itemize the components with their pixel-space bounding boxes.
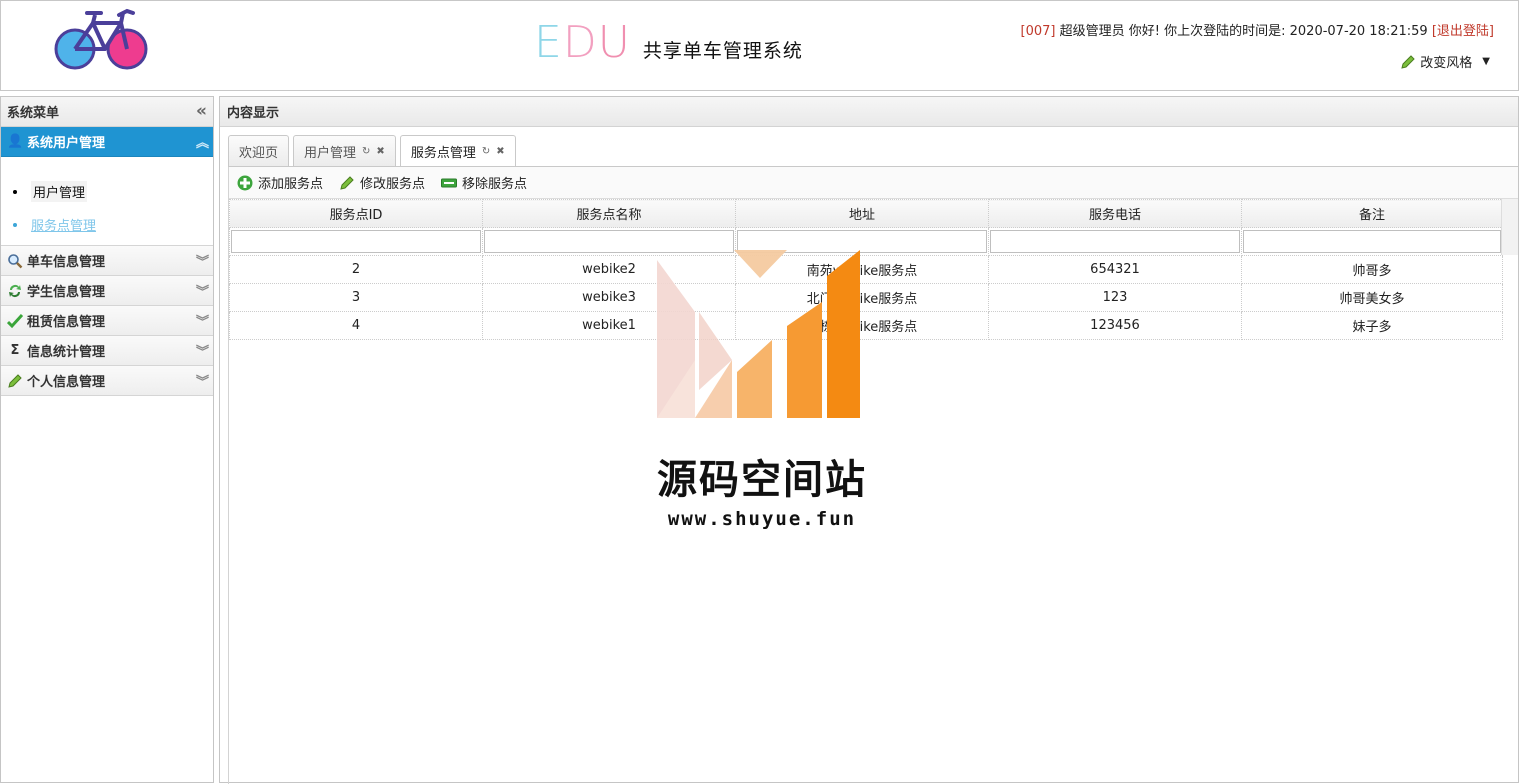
remove-service-point-button[interactable]: 移除服务点 [441, 173, 527, 192]
column-header-phone[interactable]: 服务电话 [988, 199, 1242, 228]
logout-link[interactable]: [退出登陆] [1432, 24, 1494, 39]
change-style-label: 改变风格 [1420, 56, 1473, 71]
tab-service-point-management[interactable]: 服务点管理 ↻ ✖ [399, 135, 516, 167]
chevron-down-icon[interactable]: ︾ [196, 341, 209, 360]
sidebar-title: 系统菜单 [7, 106, 60, 121]
sidebar-group-rental-info[interactable]: 租赁信息管理 ︾ [1, 306, 213, 336]
sidebar-group-statistics[interactable]: Σ 信息统计管理 ︾ [1, 336, 213, 366]
refresh-tab-icon[interactable]: ↻ [362, 146, 370, 157]
caret-down-icon: ▼ [1482, 56, 1490, 67]
tab-bar: 欢迎页 用户管理 ↻ ✖ 服务点管理 ↻ ✖ [228, 135, 516, 167]
grid-toolbar: 添加服务点 修改服务点 移除服务点 [229, 167, 1518, 199]
sidebar-header: 系统菜单 « [1, 97, 213, 127]
filter-name-input[interactable] [484, 230, 734, 253]
change-style-menu[interactable]: 改变风格 ▼ [1400, 52, 1490, 71]
app-header: EDU 共享单车管理系统 [007] 超级管理员 你好! 你上次登陆的时间是: … [0, 0, 1519, 91]
sigma-icon: Σ [10, 342, 20, 358]
edu-logo-text: EDU [534, 17, 631, 68]
refresh-icon [9, 284, 21, 297]
sidebar-item-user-management[interactable]: 用户管理 [13, 175, 213, 208]
system-title-block: EDU 共享单车管理系统 [534, 17, 803, 67]
table-row[interactable]: 3 webike3 北门webike服务点 123 帅哥美女多 [229, 283, 1503, 312]
content-title: 内容显示 [227, 106, 280, 121]
table-row[interactable]: 4 webike1 一栋webike服务点 123456 妹子多 [229, 311, 1503, 340]
pencil-icon [8, 373, 22, 388]
sidebar-item-service-point-management[interactable]: 服务点管理 [13, 208, 213, 241]
service-point-table: 服务点ID 服务点名称 地址 服务电话 备注 2 webike2 南苑webik… [229, 199, 1503, 340]
filter-phone-input[interactable] [990, 230, 1240, 253]
filter-remark-input[interactable] [1243, 230, 1501, 253]
header-scroll-gutter [1501, 199, 1518, 255]
chevron-down-icon[interactable]: ︾ [196, 311, 209, 330]
collapse-left-icon[interactable]: « [196, 103, 207, 120]
sidebar-group-personal-info[interactable]: 个人信息管理 ︾ [1, 366, 213, 396]
pencil-icon [340, 175, 354, 190]
sidebar-group-student-info[interactable]: 学生信息管理 ︾ [1, 276, 213, 306]
user-greeting: 超级管理员 你好! 你上次登陆的时间是: [1059, 24, 1286, 39]
search-icon [8, 253, 23, 268]
sidebar-group-system-users[interactable]: 👤 系统用户管理 ︽ [1, 127, 213, 157]
table-header-row: 服务点ID 服务点名称 地址 服务电话 备注 [229, 199, 1503, 228]
sidebar: 系统菜单 « 👤 系统用户管理 ︽ 用户管理 服务点管理 单车信息管理 ︾ 学生… [0, 96, 214, 783]
user-icon: 👤 [7, 133, 24, 149]
refresh-tab-icon[interactable]: ↻ [482, 146, 490, 157]
sidebar-group-bike-info[interactable]: 单车信息管理 ︾ [1, 246, 213, 276]
close-icon[interactable]: ✖ [376, 146, 384, 157]
check-icon [7, 313, 23, 328]
edit-service-point-button[interactable]: 修改服务点 [339, 173, 425, 192]
tab-welcome[interactable]: 欢迎页 [228, 135, 290, 166]
column-header-id[interactable]: 服务点ID [229, 199, 483, 228]
filter-id-input[interactable] [231, 230, 481, 253]
table-row[interactable]: 2 webike2 南苑webike服务点 654321 帅哥多 [229, 255, 1503, 284]
tab-user-management[interactable]: 用户管理 ↻ ✖ [293, 135, 396, 166]
add-icon [237, 175, 253, 190]
chevron-down-icon[interactable]: ︾ [196, 251, 209, 270]
chevron-down-icon[interactable]: ︾ [196, 281, 209, 300]
content-panel: 内容显示 欢迎页 用户管理 ↻ ✖ 服务点管理 ↻ ✖ 添加服务点 修改服务点 … [219, 96, 1519, 784]
column-header-name[interactable]: 服务点名称 [482, 199, 736, 228]
column-header-remark[interactable]: 备注 [1241, 199, 1503, 228]
sidebar-group-items: 用户管理 服务点管理 [1, 157, 213, 246]
chevron-up-icon[interactable]: ︽ [196, 132, 209, 151]
service-point-grid: 添加服务点 修改服务点 移除服务点 服务点ID 服务点名称 地址 服务电话 备注… [228, 167, 1518, 784]
user-info: [007] 超级管理员 你好! 你上次登陆的时间是: 2020-07-20 18… [1021, 20, 1494, 39]
filter-row [229, 227, 1503, 256]
content-header: 内容显示 [220, 97, 1518, 127]
remove-icon [441, 178, 458, 187]
system-title: 共享单车管理系统 [642, 40, 803, 62]
filter-address-input[interactable] [737, 230, 987, 253]
pencil-icon [1401, 54, 1415, 69]
user-id: [007] [1020, 24, 1056, 39]
chevron-down-icon[interactable]: ︾ [196, 371, 209, 390]
close-icon[interactable]: ✖ [496, 146, 504, 157]
column-header-address[interactable]: 地址 [735, 199, 989, 228]
bicycle-logo-icon [54, 8, 148, 70]
last-login-time: 2020-07-20 18:21:59 [1289, 24, 1428, 39]
add-service-point-button[interactable]: 添加服务点 [237, 173, 323, 192]
